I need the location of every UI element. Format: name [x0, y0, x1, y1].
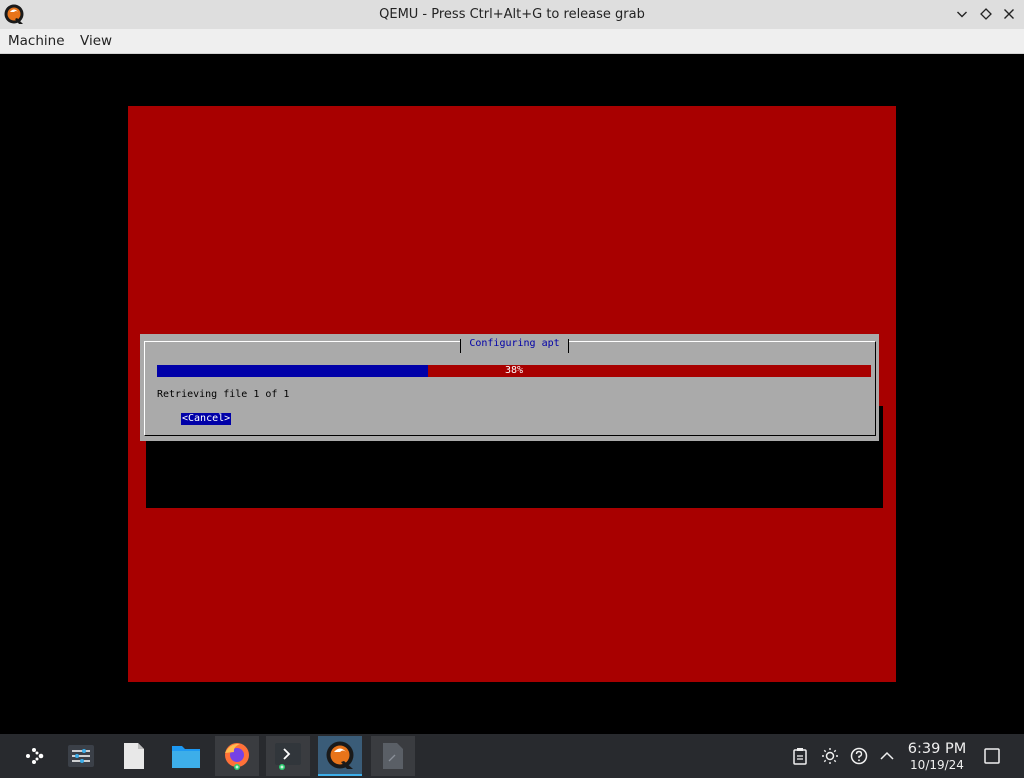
menu-machine[interactable]: Machine	[8, 29, 65, 54]
menu-view[interactable]: View	[80, 29, 112, 54]
qemu-icon[interactable]	[318, 736, 362, 776]
progress-label: 38%	[504, 365, 524, 376]
maximize-icon[interactable]	[977, 5, 995, 23]
status-text: Retrieving file 1 of 1	[157, 389, 290, 400]
brightness-icon[interactable]	[821, 747, 839, 765]
updates-icon[interactable]	[850, 747, 868, 765]
close-icon[interactable]	[1000, 5, 1018, 23]
guest-display[interactable]: Configuring apt 38% Retrieving file 1 of…	[0, 55, 1024, 734]
dialog-title-box: Configuring apt	[460, 338, 569, 353]
configuring-apt-dialog: Configuring apt 38% Retrieving file 1 of…	[140, 334, 879, 441]
expand-tray-icon[interactable]	[878, 747, 896, 765]
dialog-title: Configuring apt	[469, 338, 560, 349]
system-settings-icon[interactable]	[59, 736, 103, 776]
window-titlebar: QEMU - Press Ctrl+Alt+G to release grab	[0, 0, 1024, 29]
clipboard-icon[interactable]	[791, 747, 809, 765]
clock-time[interactable]: 6:39 PM	[896, 741, 978, 757]
text-editor-icon[interactable]	[371, 736, 415, 776]
progress-bar: 38%	[157, 365, 871, 377]
file-manager-icon[interactable]	[164, 736, 208, 776]
show-desktop-icon[interactable]	[983, 747, 1001, 765]
cancel-button[interactable]: <Cancel>	[181, 413, 232, 425]
application-launcher-icon[interactable]	[12, 736, 56, 776]
dialog-frame: Configuring apt 38% Retrieving file 1 of…	[144, 338, 876, 436]
menubar: Machine View	[0, 29, 1024, 54]
firefox-icon[interactable]	[215, 736, 259, 776]
taskbar	[0, 734, 1024, 778]
clock-date[interactable]: 10/19/24	[896, 758, 978, 772]
minimize-icon[interactable]	[953, 5, 971, 23]
window-title: QEMU - Press Ctrl+Alt+G to release grab	[379, 7, 645, 22]
terminal-icon[interactable]	[266, 736, 310, 776]
text-document-icon[interactable]	[112, 736, 156, 776]
